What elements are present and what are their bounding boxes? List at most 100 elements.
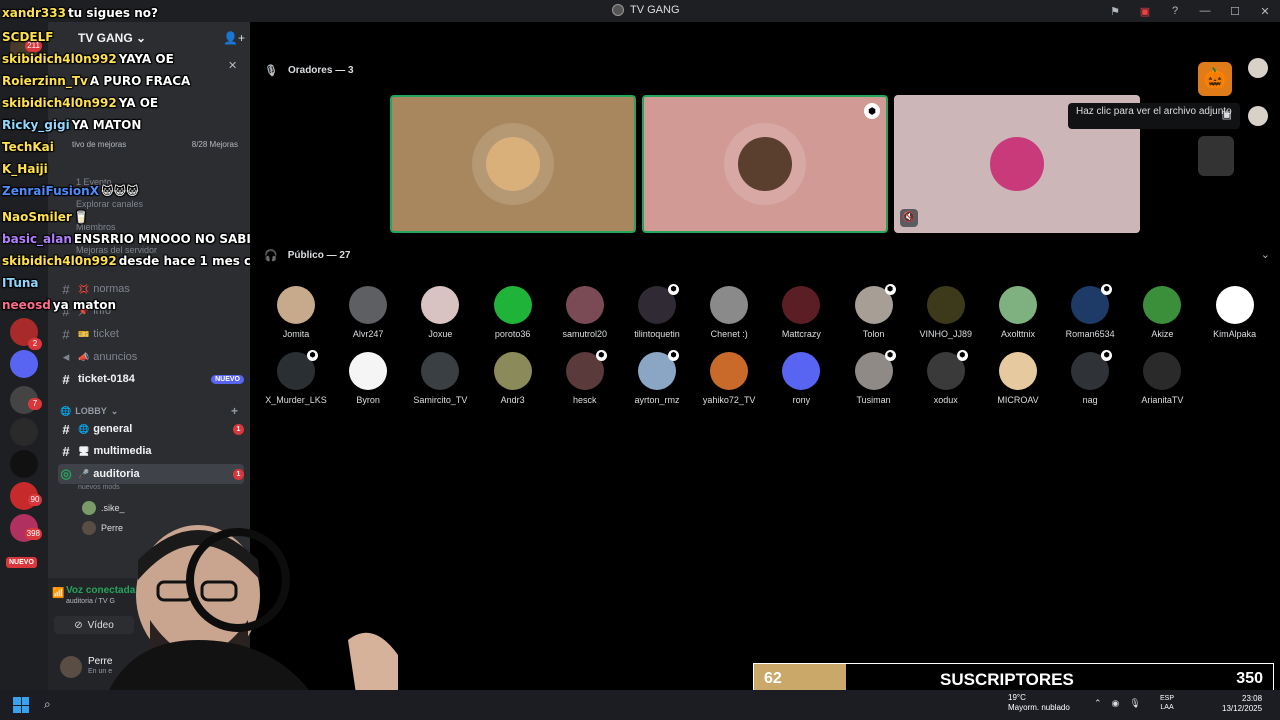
audience-name: Byron bbox=[356, 395, 380, 405]
audience-member[interactable]: ⬢ xodux bbox=[910, 350, 982, 405]
chat-message: skibidich4l0n992 YA OE bbox=[2, 96, 158, 110]
server-header[interactable]: TV GANG ⌄ bbox=[48, 26, 250, 50]
channel-emoji: 🌐 bbox=[78, 423, 90, 434]
browse-channels-link[interactable]: Explorar canales bbox=[76, 199, 143, 209]
audience-member[interactable]: ⬢ nag bbox=[1054, 350, 1126, 405]
avatar bbox=[738, 137, 792, 191]
speaker-tile[interactable]: ⬢ bbox=[642, 95, 888, 233]
channel-anuncios[interactable]: ◂ 📣 anuncios bbox=[58, 347, 244, 367]
invite-icon[interactable]: 👤+ bbox=[223, 31, 245, 45]
audience-member[interactable]: ⬢ hesck bbox=[549, 350, 621, 405]
audience-member[interactable]: Byron bbox=[332, 352, 404, 405]
language-indicator[interactable]: ESP LAA bbox=[1160, 694, 1174, 712]
speaker-tile[interactable] bbox=[390, 95, 636, 233]
add-channel-icon[interactable]: + bbox=[231, 404, 238, 418]
category-lobby[interactable]: 🌐 LOBBY ⌄ + bbox=[60, 404, 238, 418]
audience-member[interactable]: Akize bbox=[1126, 286, 1198, 339]
windows-start-icon[interactable] bbox=[13, 697, 29, 713]
audience-member[interactable]: Samircito_TV bbox=[404, 352, 476, 405]
inbox-icon[interactable]: ▣ bbox=[1130, 5, 1160, 18]
channel-ticket[interactable]: # 🎫 ticket bbox=[58, 324, 244, 344]
audience-member[interactable]: Mattcrazy bbox=[765, 286, 837, 339]
chat-username: skibidich4l0n992 bbox=[2, 96, 117, 110]
audience-member[interactable]: Chenet :) bbox=[693, 286, 765, 339]
chat-text: 🥛 bbox=[73, 210, 89, 224]
avatar[interactable] bbox=[1248, 106, 1268, 126]
audience-member[interactable]: ⬢ Roman6534 bbox=[1054, 284, 1126, 339]
avatar: ⬢ bbox=[854, 284, 896, 324]
weather-widget[interactable]: 19°C Mayorm. nublado bbox=[1008, 693, 1070, 713]
clock[interactable]: 23:08 13/12/2025 bbox=[1222, 694, 1262, 714]
audience-member[interactable]: ⬢ Tolon bbox=[838, 284, 910, 339]
avatar bbox=[782, 286, 821, 324]
audience-member[interactable]: rony bbox=[765, 352, 837, 405]
audience-name: KimAlpaka bbox=[1213, 329, 1257, 339]
chevron-down-icon: ⌄ bbox=[110, 405, 119, 416]
chat-text: 😺😺😺 bbox=[100, 184, 139, 198]
close-button[interactable]: ✕ bbox=[1250, 5, 1280, 18]
server-icon[interactable] bbox=[10, 418, 38, 446]
stage-icon: ◎ bbox=[60, 466, 72, 481]
chat-username: SCDELF bbox=[2, 30, 54, 44]
audience-member[interactable]: Axolttnix bbox=[982, 286, 1054, 339]
attachment-thumbnail[interactable] bbox=[1198, 136, 1234, 176]
chat-username: Roierzinn_Tv bbox=[2, 74, 88, 88]
audience-name: tilintoquetin bbox=[634, 329, 680, 339]
audience-member[interactable]: MICROAV bbox=[982, 352, 1054, 405]
subscriber-count: 62 bbox=[764, 670, 782, 687]
audience-label: Público — 27 bbox=[287, 250, 351, 261]
search-icon[interactable]: ⌕ bbox=[44, 697, 51, 712]
avatar bbox=[82, 501, 96, 515]
audience-member[interactable]: ⬢ X_Murder_LKS bbox=[260, 350, 332, 405]
audience-member[interactable]: ArianitaTV bbox=[1126, 352, 1198, 405]
audience-member[interactable]: KimAlpaka bbox=[1199, 286, 1271, 339]
audience-name: Joxue bbox=[428, 329, 453, 339]
window-title-text: TV GANG bbox=[630, 4, 680, 16]
audience-member[interactable]: Joxue bbox=[404, 286, 476, 339]
audience-name: Tusiman bbox=[856, 395, 891, 405]
chat-message: Roierzinn_Tv A PURO FRACA bbox=[2, 74, 190, 88]
server-icon[interactable] bbox=[10, 350, 38, 378]
close-icon[interactable]: ✕ bbox=[228, 59, 237, 72]
audience-member[interactable]: ⬢ tilintoquetin bbox=[621, 284, 693, 339]
moderator-icon: ⬢ bbox=[864, 103, 880, 119]
pumpkin-sticker[interactable]: 🎃 bbox=[1198, 62, 1232, 96]
audience-member[interactable]: samutrol20 bbox=[549, 286, 621, 339]
help-icon[interactable]: ? bbox=[1160, 5, 1190, 17]
audience-member[interactable]: Alvr247 bbox=[332, 286, 404, 339]
boost-progress[interactable]: tivo de mejoras 8/28 Mejoras bbox=[72, 140, 238, 154]
muted-icon: 🔇 bbox=[900, 209, 918, 227]
audience-member[interactable]: Jomita bbox=[260, 286, 332, 339]
audience-name: Alvr247 bbox=[352, 329, 384, 339]
channel-general[interactable]: # 🌐 general 1 bbox=[58, 419, 244, 439]
chevron-up-icon[interactable]: ⌃ bbox=[1094, 698, 1102, 709]
camera-off-icon: ⊘ bbox=[74, 619, 83, 631]
pin-icon[interactable]: ⚑ bbox=[1100, 5, 1130, 18]
audience-member[interactable]: Andr3 bbox=[477, 352, 549, 405]
chat-message: TechKai bbox=[2, 140, 56, 154]
subscriber-label: SUSCRIPTORES bbox=[940, 670, 1074, 689]
language-label: ESP bbox=[1160, 695, 1175, 702]
chat-text: A PURO FRACA bbox=[89, 74, 191, 88]
audience-member[interactable]: VINHO_JJ89 bbox=[910, 286, 982, 339]
chevron-down-icon[interactable]: ⌄ bbox=[1261, 248, 1270, 261]
avatar[interactable] bbox=[1248, 58, 1268, 78]
audience-member[interactable]: yahiko72_TV bbox=[693, 352, 765, 405]
audience-member[interactable]: ⬢ ayrton_rmz bbox=[621, 350, 693, 405]
audience-member[interactable]: poroto36 bbox=[477, 286, 549, 339]
maximize-button[interactable]: ☐ bbox=[1220, 5, 1250, 18]
moderator-icon: ⬢ bbox=[884, 284, 896, 295]
channel-multimedia[interactable]: # 🖥 multimedia bbox=[58, 441, 244, 461]
channel-ticket-0184[interactable]: # ticket-0184 NUEVO bbox=[58, 369, 244, 389]
channel-auditoria[interactable]: ◎ 🎤 auditoria 1 bbox=[58, 464, 244, 484]
chat-username: skibidich4l0n992 bbox=[2, 52, 117, 66]
channel-normas[interactable]: # 💢 normas bbox=[58, 279, 244, 299]
channel-emoji: 🖥 bbox=[78, 445, 90, 456]
server-icon[interactable] bbox=[10, 450, 38, 478]
minimize-button[interactable]: — bbox=[1190, 5, 1220, 17]
microphone-icon[interactable]: 🎙 bbox=[1129, 698, 1140, 709]
chat-message: Ricky_gigi YA MATON bbox=[2, 118, 141, 132]
chat-text: YA OE bbox=[118, 96, 159, 110]
audience-member[interactable]: ⬢ Tusiman bbox=[838, 350, 910, 405]
network-icon[interactable]: ◉ bbox=[1112, 698, 1120, 709]
